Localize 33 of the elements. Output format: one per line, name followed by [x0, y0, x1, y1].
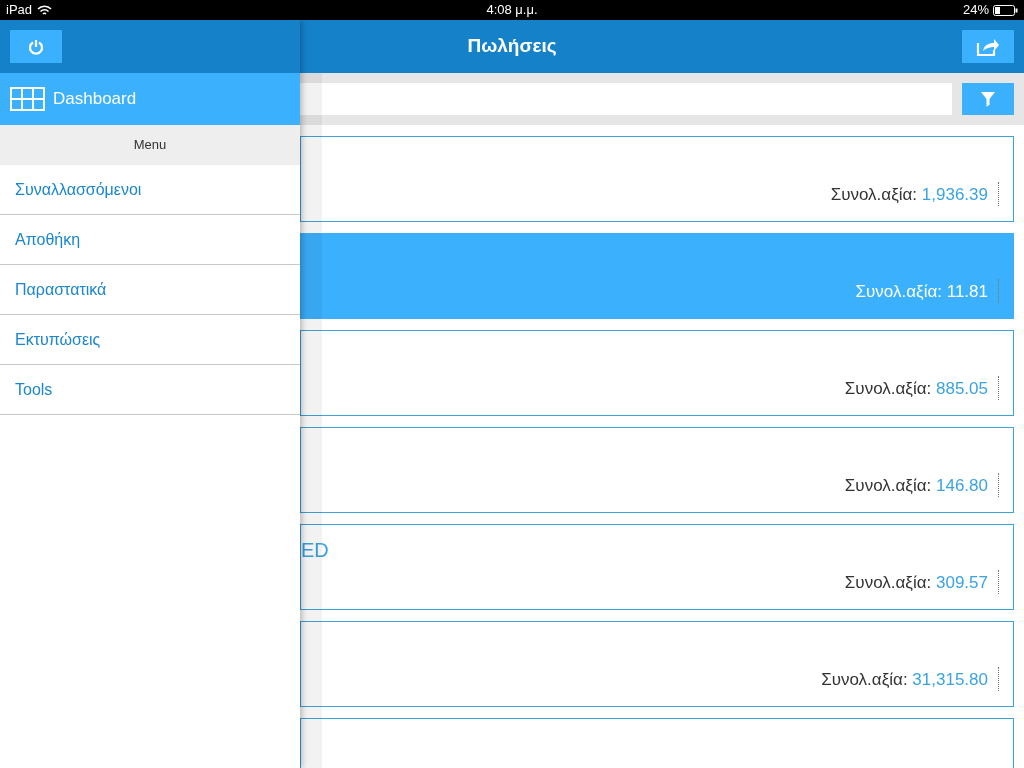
sale-card[interactable]: ED Συνολ.αξία: 309.57 — [300, 524, 1014, 610]
menu-item[interactable]: Αποθήκη — [0, 215, 300, 265]
power-icon — [28, 38, 44, 55]
clock: 4:08 μ.μ. — [486, 1, 538, 20]
sale-card[interactable]: Συνολ.αξία: 885.05 — [300, 330, 1014, 416]
total-value: Συνολ.αξία: 309.57 — [844, 571, 988, 594]
sale-card[interactable]: Συνολ.αξία: 146.80 — [300, 427, 1014, 513]
search-field[interactable] — [300, 83, 952, 115]
menu-item[interactable]: Παραστατικά — [0, 265, 300, 315]
total-value: Συνολ.αξία: 11.81 — [855, 280, 988, 303]
total-value: Συνολ.αξία: 146.80 — [844, 474, 988, 497]
wifi-icon — [37, 4, 53, 16]
filter-button[interactable] — [962, 83, 1014, 115]
menu-item[interactable]: Εκτυπώσεις — [0, 315, 300, 365]
menu-item[interactable]: Συναλλασσόμενοι — [0, 165, 300, 215]
grid-icon — [10, 87, 45, 111]
battery-icon — [993, 4, 1018, 16]
filter-icon — [980, 91, 996, 107]
menu-header: Menu — [0, 125, 300, 165]
menu-item[interactable]: Tools — [0, 365, 300, 415]
total-value: Συνολ.αξία: 31,315.80 — [821, 668, 988, 691]
page-title: Πωλήσεις — [467, 34, 557, 59]
card-title: ED — [301, 538, 329, 563]
total-value: Συνολ.αξία: 885.05 — [844, 377, 988, 400]
battery-percent: 24% — [962, 1, 989, 20]
power-button[interactable] — [10, 30, 62, 63]
share-button[interactable] — [962, 30, 1014, 63]
dashboard-item[interactable]: Dashboard — [0, 73, 300, 125]
total-value: Συνολ.αξία: 1,936.39 — [830, 183, 988, 206]
device-name: iPad — [6, 1, 33, 20]
sale-card[interactable]: Συνολ.αξία: 31,315.80 — [300, 621, 1014, 707]
sale-card[interactable]: Συνολ.αξία: 11.81 — [300, 233, 1014, 319]
sale-card[interactable]: Συνολ.αξία: 1,936.39 — [300, 136, 1014, 222]
